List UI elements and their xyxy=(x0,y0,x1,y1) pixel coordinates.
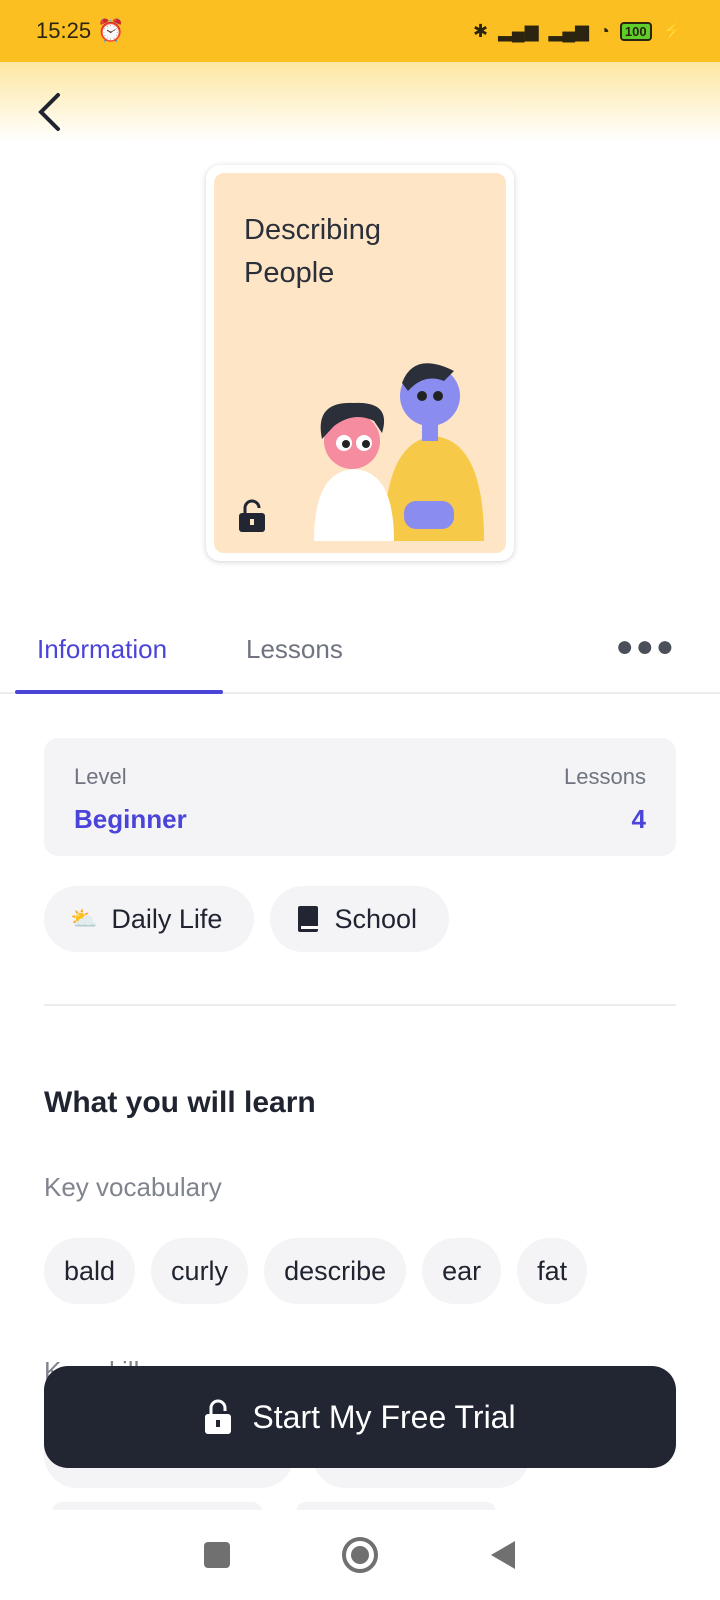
system-nav-bar xyxy=(0,1510,720,1600)
book-icon xyxy=(298,906,319,932)
recents-button[interactable] xyxy=(203,1541,231,1569)
charging-icon: ⚡ xyxy=(661,20,684,41)
status-time: 15:25 xyxy=(36,18,92,43)
more-options-icon[interactable]: ●●● xyxy=(616,630,676,664)
category-chip-school[interactable]: School xyxy=(270,886,450,952)
cta-label: Start My Free Trial xyxy=(252,1398,516,1435)
course-info-card: Level Beginner Lessons 4 xyxy=(44,738,676,856)
lessons-value: 4 xyxy=(631,804,646,834)
people-illustration xyxy=(314,363,484,541)
signal-icon: ▂▄▆ xyxy=(498,20,539,41)
vocab-chip[interactable]: bald xyxy=(44,1238,136,1304)
alarm-icon: ⏰ xyxy=(97,18,125,43)
course-cover: Describing People xyxy=(206,165,514,561)
signal-icon-2: ▂▄▆ xyxy=(548,20,589,41)
vocab-label: Key vocabulary xyxy=(44,1172,222,1202)
back-button[interactable] xyxy=(36,92,62,142)
divider xyxy=(44,1004,676,1006)
category-label: School xyxy=(334,903,418,934)
vocab-chip[interactable]: ear xyxy=(422,1238,502,1304)
home-button[interactable] xyxy=(341,1536,379,1574)
lock-icon xyxy=(205,1399,232,1434)
cloud-sun-icon: ⛅ xyxy=(70,906,98,931)
vocab-chip[interactable]: curly xyxy=(151,1238,249,1304)
vocab-list: bald curly describe ear fat xyxy=(44,1238,588,1304)
category-chip-daily-life[interactable]: ⛅ Daily Life xyxy=(44,886,255,952)
back-nav-button[interactable] xyxy=(489,1540,517,1570)
section-heading: What you will learn xyxy=(44,1086,316,1119)
status-bar: 15:25 ⏰ ✱ ▂▄▆ ▂▄▆ ◔ 100 ⚡ xyxy=(0,0,720,62)
level-label: Level xyxy=(74,764,127,789)
vocab-chip[interactable]: describe xyxy=(264,1238,407,1304)
tab-bar: Information Lessons ●●● xyxy=(0,612,720,694)
category-chips: ⛅ Daily Life School xyxy=(44,886,450,952)
bluetooth-icon: ✱ xyxy=(473,20,489,41)
category-label: Daily Life xyxy=(111,903,223,934)
vocab-chip[interactable]: fat xyxy=(517,1238,588,1304)
active-tab-indicator xyxy=(15,690,223,694)
lessons-label: Lessons xyxy=(564,764,646,789)
chevron-left-icon xyxy=(38,93,60,131)
wifi-icon: ◔ xyxy=(599,20,610,41)
header-gradient xyxy=(0,62,720,142)
battery-icon: 100 xyxy=(619,21,652,41)
tab-lessons[interactable]: Lessons xyxy=(246,634,343,665)
tab-information[interactable]: Information xyxy=(37,634,167,665)
lock-icon xyxy=(239,499,265,532)
course-title: Describing People xyxy=(244,214,381,289)
level-value: Beginner xyxy=(74,804,187,834)
start-free-trial-button[interactable]: Start My Free Trial xyxy=(44,1366,676,1468)
